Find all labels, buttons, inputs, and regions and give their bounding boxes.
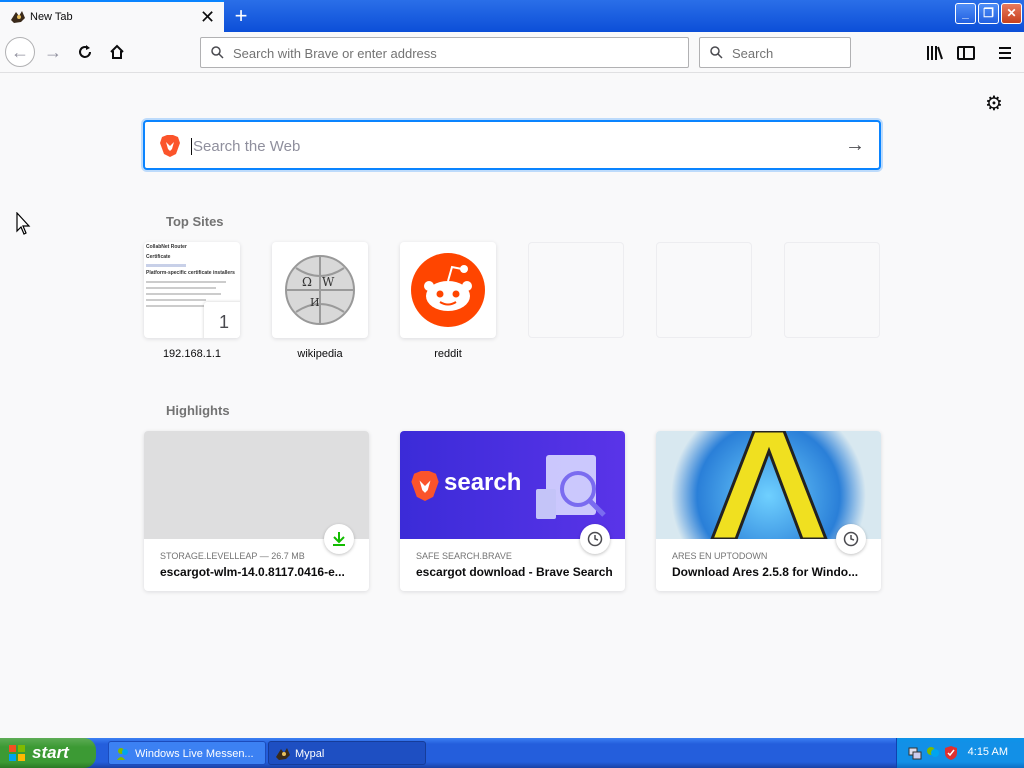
top-site-wikipedia[interactable]: ΩWИ wikipedia — [272, 242, 368, 360]
search-bar[interactable]: Search — [699, 37, 851, 68]
menu-icon[interactable] — [995, 43, 1015, 63]
highlight-title: escargot-wlm-14.0.8117.0416-e... — [160, 565, 345, 579]
tab-new-tab[interactable]: New Tab ✕ — [0, 0, 224, 33]
reddit-icon — [411, 253, 485, 327]
clock-icon — [836, 524, 866, 554]
mypal-favicon-icon — [11, 11, 25, 23]
web-search-input[interactable]: Search the Web → — [143, 120, 881, 170]
download-icon — [324, 524, 354, 554]
highlight-card[interactable]: ARES EN UPTODOWN Download Ares 2.5.8 for… — [656, 431, 881, 591]
minimize-button[interactable]: _ — [955, 3, 976, 24]
taskbar: start Windows Live Messen... Mypal 4:15 … — [0, 738, 1024, 768]
home-icon — [110, 44, 124, 59]
clock: 4:15 AM — [967, 746, 1008, 758]
web-search-placeholder: Search the Web — [191, 138, 301, 155]
highlight-source: STORAGE.LEVELLEAP — 26.7 MB — [160, 551, 305, 561]
top-site-empty — [784, 242, 880, 338]
reload-button[interactable] — [70, 37, 100, 67]
url-placeholder: Search with Brave or enter address — [233, 46, 437, 61]
network-icon[interactable] — [907, 745, 923, 761]
highlight-title: escargot download - Brave Search — [416, 565, 613, 579]
highlight-card[interactable]: STORAGE.LEVELLEAP — 26.7 MB escargot-wlm… — [144, 431, 369, 591]
wikipedia-globe-icon: Ω WИ — [285, 255, 355, 325]
top-site-label: reddit — [434, 348, 462, 360]
gear-icon[interactable]: ⚙ — [983, 93, 1005, 115]
messenger-tray-icon[interactable] — [925, 745, 941, 761]
svg-text:W: W — [322, 275, 335, 289]
highlight-image — [656, 431, 881, 541]
highlight-card[interactable]: search SAFE SEARCH.BRAVE escargot downlo… — [400, 431, 625, 591]
system-tray: 4:15 AM — [896, 738, 1024, 768]
start-label: start — [32, 743, 69, 762]
brave-lion-icon — [411, 471, 439, 501]
messenger-icon — [117, 748, 128, 760]
tab-title: New Tab — [30, 11, 73, 23]
top-site-router[interactable]: CollabNet Router Certificate Platform-sp… — [144, 242, 240, 360]
search-placeholder: Search — [732, 46, 774, 61]
router-preview-line: Certificate — [146, 254, 171, 260]
task-label: Windows Live Messen... — [135, 748, 254, 760]
router-preview-line: Platform-specific certificate installers — [146, 270, 235, 276]
top-site-label: wikipedia — [297, 348, 343, 360]
taskbar-item-mypal[interactable]: Mypal — [268, 741, 426, 765]
top-site-reddit[interactable]: reddit — [400, 242, 496, 360]
top-site-empty — [528, 242, 624, 338]
highlight-image: search — [400, 431, 625, 539]
task-label: Mypal — [295, 748, 325, 760]
arrow-right-icon[interactable]: → — [845, 134, 865, 157]
top-sites-title: Top Sites — [166, 214, 224, 229]
title-bar: New Tab ✕ + _ ❐ ✕ — [0, 0, 1024, 33]
nav-bar: ← → Search with Brave or enter address S… — [0, 33, 1024, 73]
start-button[interactable]: start — [0, 738, 96, 768]
magnifier-illustration-icon — [536, 455, 606, 519]
mouse-cursor-icon — [16, 212, 31, 235]
top-site-label: 192.168.1.1 — [162, 348, 222, 360]
url-bar[interactable]: Search with Brave or enter address — [200, 37, 689, 68]
clock-icon — [580, 524, 610, 554]
pin-number: 1 — [204, 302, 240, 338]
highlights-title: Highlights — [166, 403, 230, 418]
highlight-source: ARES EN UPTODOWN — [672, 551, 768, 561]
mypal-icon — [276, 748, 290, 760]
home-button[interactable] — [102, 37, 132, 67]
close-window-button[interactable]: ✕ — [1001, 3, 1022, 24]
taskbar-item-messenger[interactable]: Windows Live Messen... — [108, 741, 266, 765]
sidebar-icon[interactable] — [956, 43, 976, 63]
library-icon[interactable] — [925, 43, 945, 63]
router-thumbnail: CollabNet Router Certificate Platform-sp… — [144, 242, 240, 338]
tab-close-icon[interactable]: ✕ — [200, 7, 215, 27]
router-preview-heading: CollabNet Router — [146, 244, 187, 250]
reload-icon — [79, 45, 91, 58]
top-site-empty — [656, 242, 752, 338]
highlight-source: SAFE SEARCH.BRAVE — [416, 551, 512, 561]
ares-logo-icon — [709, 431, 829, 541]
back-button[interactable]: ← — [5, 37, 35, 67]
highlight-title: Download Ares 2.5.8 for Windo... — [672, 565, 859, 579]
search-banner-text: search — [444, 469, 522, 496]
search-icon — [211, 46, 224, 59]
windows-flag-icon — [9, 745, 25, 761]
restore-button[interactable]: ❐ — [978, 3, 999, 24]
svg-text:И: И — [310, 296, 320, 309]
brave-lion-icon — [160, 135, 180, 157]
highlight-image — [144, 431, 369, 539]
forward-button[interactable]: → — [38, 37, 68, 67]
search-icon — [710, 46, 723, 59]
svg-text:Ω: Ω — [302, 275, 312, 289]
new-tab-button[interactable]: + — [229, 3, 253, 29]
security-shield-icon[interactable] — [943, 745, 959, 761]
